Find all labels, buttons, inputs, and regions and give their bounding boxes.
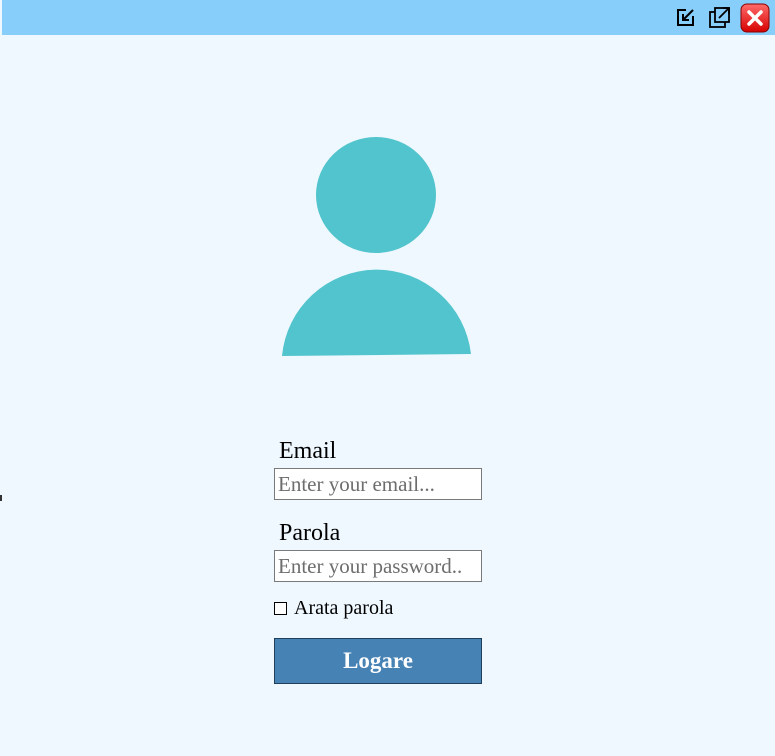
close-icon[interactable]: [740, 3, 770, 33]
popout-icon[interactable]: [707, 4, 733, 30]
email-label: Email: [279, 438, 337, 464]
show-password-checkbox[interactable]: [274, 601, 287, 615]
email-input[interactable]: [274, 468, 482, 500]
show-password-label: Arata parola: [294, 596, 394, 619]
title-bar: [2, 0, 775, 35]
show-password-row: Arata parola: [274, 597, 393, 619]
login-window: Email Parola Arata parola Logare: [0, 0, 775, 756]
edge-marker: [0, 495, 2, 501]
password-label: Parola: [279, 520, 341, 546]
login-button[interactable]: Logare: [274, 638, 482, 684]
password-input[interactable]: [274, 550, 482, 582]
minimize-icon[interactable]: [673, 4, 699, 30]
user-avatar-icon: [280, 137, 474, 359]
